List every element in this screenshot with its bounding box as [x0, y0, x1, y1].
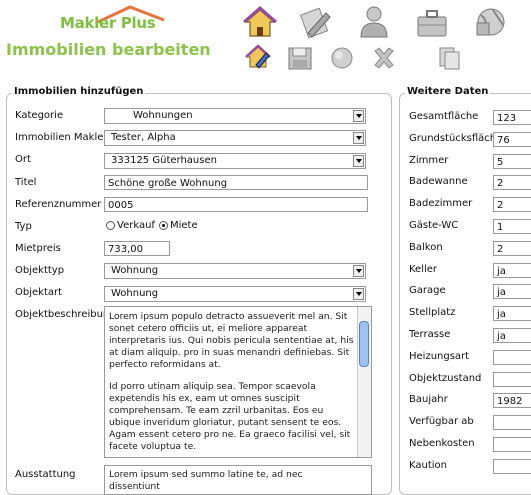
weitere-field-input[interactable]: 5: [493, 153, 531, 169]
makler-value: Tester, Alpha: [111, 132, 176, 143]
weitere-field-input[interactable]: [493, 371, 531, 387]
weitere-field-label: Gäste-WC: [409, 220, 459, 231]
kategorie-select[interactable]: Wohnungen: [104, 108, 366, 124]
weitere-field-input[interactable]: 2: [493, 175, 531, 191]
objektart-value: Wohnung: [111, 288, 159, 299]
weitere-field-label: Keller: [409, 263, 438, 275]
verkauf-radio[interactable]: [106, 221, 115, 230]
ort-label: Ort: [15, 154, 31, 165]
objektbeschreibung-label: Objektbeschreibung: [15, 309, 116, 320]
weitere-field-input[interactable]: ja: [493, 328, 531, 343]
immobilien-legend: Immobilien hinzufügen: [12, 86, 146, 97]
weitere-field-label: Stellplatz: [409, 307, 456, 319]
miete-radio[interactable]: [159, 221, 168, 230]
weitere-daten-legend: Weitere Daten: [405, 86, 491, 97]
chevron-down-icon: [353, 265, 364, 277]
weitere-field-input[interactable]: 2: [493, 197, 531, 213]
objektbeschreibung-text: Lorem ipsum populo detracto assueverit m…: [109, 311, 355, 453]
page-title: Immobilien bearbeiten: [6, 40, 211, 59]
textarea-scrollbar[interactable]: [357, 307, 371, 457]
weitere-field-input[interactable]: ja: [493, 306, 531, 322]
documents-icon[interactable]: [436, 45, 464, 71]
weitere-field-label: Terrasse: [409, 329, 451, 340]
ausstattung-textarea[interactable]: Lorem ipsum sed summo latine te, ad nec …: [104, 465, 372, 495]
app-logo: Makler Plus: [60, 14, 156, 32]
chevron-down-icon: [353, 132, 364, 144]
kategorie-value: Wohnungen: [133, 110, 193, 121]
weitere-field-label: Zimmer: [409, 154, 449, 166]
titel-input[interactable]: Schöne große Wohnung: [104, 175, 368, 190]
house-icon[interactable]: [242, 5, 278, 39]
save-icon[interactable]: [286, 45, 314, 71]
makler-select[interactable]: Tester, Alpha: [104, 130, 366, 146]
objektart-label: Objektart: [15, 287, 63, 298]
weitere-field-input[interactable]: ja: [493, 262, 531, 278]
weitere-field-input[interactable]: 76: [493, 131, 531, 147]
weitere-field-label: Balkon: [409, 241, 443, 253]
verkauf-radio-label: Verkauf: [117, 220, 155, 231]
titel-label: Titel: [15, 177, 37, 188]
weitere-field-label: Garage: [409, 285, 446, 297]
makler-label: Immobilien Makler: [15, 132, 108, 143]
weitere-field-input[interactable]: 1982: [493, 393, 531, 409]
chevron-down-icon: [353, 155, 364, 167]
objekttyp-label: Objekttyp: [15, 265, 65, 276]
objekttyp-value: Wohnung: [111, 265, 159, 276]
ort-value: 333125 Güterhausen: [111, 155, 217, 166]
weitere-field-label: Baujahr: [409, 394, 448, 406]
chevron-down-icon: [353, 110, 364, 122]
objekttyp-select[interactable]: Wohnung: [104, 263, 366, 279]
referenznummer-label: Referenznummer: [15, 199, 102, 210]
weitere-field-input[interactable]: 2: [493, 240, 531, 256]
close-icon[interactable]: [370, 45, 398, 71]
user-icon[interactable]: [356, 4, 392, 38]
edit-document-icon[interactable]: [298, 5, 334, 39]
weitere-field-input[interactable]: [493, 415, 531, 431]
weitere-field-input[interactable]: ja: [493, 284, 531, 300]
referenznummer-input[interactable]: 0005: [104, 197, 368, 212]
objektbeschreibung-paragraph-1: Lorem ipsum populo detracto assueverit m…: [109, 311, 354, 370]
mietpreis-input[interactable]: 733,00: [104, 241, 170, 256]
edit-house-icon[interactable]: [244, 43, 272, 69]
typ-label: Typ: [15, 221, 32, 232]
objektbeschreibung-paragraph-2: Id porro utinam aliquip sea. Tempor scae…: [109, 381, 351, 452]
weitere-field-label: Badewanne: [409, 176, 468, 188]
weitere-field-label: Badezimmer: [409, 198, 473, 210]
ausstattung-label: Ausstattung: [15, 469, 76, 480]
weitere-field-input[interactable]: 123: [493, 110, 531, 125]
objektart-select[interactable]: Wohnung: [104, 286, 366, 302]
weitere-field-input[interactable]: [493, 437, 531, 452]
kategorie-label: Kategorie: [15, 110, 64, 121]
weitere-field-label: Verfügbar ab: [409, 416, 474, 428]
circle-icon[interactable]: [328, 45, 356, 71]
weitere-field-label: Objektzustand: [409, 372, 482, 384]
weitere-field-input[interactable]: [493, 349, 531, 365]
weitere-field-label: Nebenkosten: [409, 438, 475, 449]
weitere-field-label: Kaution: [409, 459, 448, 471]
weitere-field-label: Heizungsart: [409, 350, 470, 362]
chevron-down-icon: [353, 288, 364, 300]
mietpreis-label: Mietpreis: [15, 243, 61, 254]
weitere-field-label: Grundstücksfläche: [409, 132, 503, 144]
globe-icon[interactable]: [473, 5, 509, 39]
scrollbar-thumb[interactable]: [359, 321, 369, 367]
ausstattung-text: Lorem ipsum sed summo latine te, ad nec …: [109, 469, 303, 492]
miete-radio-label: Miete: [170, 220, 198, 231]
weitere-field-input[interactable]: 1: [493, 219, 531, 234]
briefcase-icon[interactable]: [414, 5, 450, 39]
objektbeschreibung-textarea[interactable]: Lorem ipsum populo detracto assueverit m…: [104, 306, 372, 458]
weitere-field-label: Gesamtfläche: [409, 111, 479, 122]
weitere-field-input[interactable]: [493, 458, 531, 474]
ort-select[interactable]: 333125 Güterhausen: [104, 153, 366, 169]
